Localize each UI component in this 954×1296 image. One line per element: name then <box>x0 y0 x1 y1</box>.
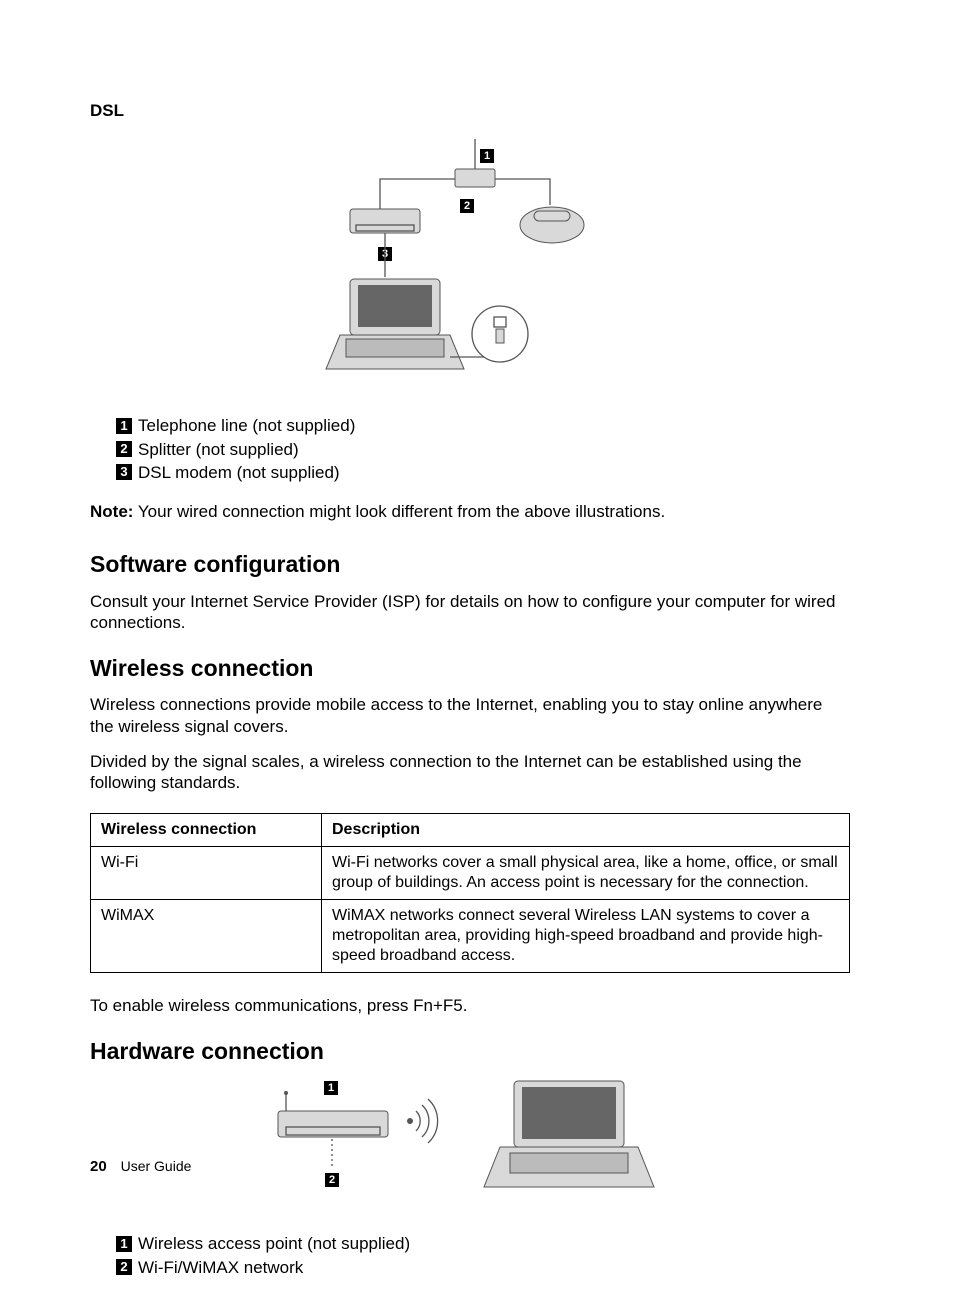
page-number: 20 <box>90 1158 107 1175</box>
svg-text:1: 1 <box>484 150 490 162</box>
software-config-heading: Software configuration <box>90 550 850 579</box>
dsl-legend-text: DSL modem (not supplied) <box>138 462 340 483</box>
callout-1-icon: 1 <box>116 418 132 434</box>
hardware-heading: Hardware connection <box>90 1037 850 1066</box>
callout-2-icon: 2 <box>116 1259 132 1275</box>
callout-3-icon: 3 <box>116 464 132 480</box>
wireless-intro-1: Wireless connections provide mobile acce… <box>90 694 850 737</box>
dsl-diagram: 1 2 3 <box>320 139 620 399</box>
svg-text:1: 1 <box>328 1082 334 1094</box>
wireless-intro-2: Divided by the signal scales, a wireless… <box>90 751 850 794</box>
table-row: Wi-Fi Wi-Fi networks cover a small physi… <box>91 847 850 900</box>
hardware-legend-text: Wi-Fi/WiMAX network <box>138 1257 303 1278</box>
dsl-legend: 1 Telephone line (not supplied) 2 Splitt… <box>116 415 850 483</box>
svg-text:2: 2 <box>464 200 470 212</box>
note-text: Your wired connection might look differe… <box>138 502 665 521</box>
software-config-body: Consult your Internet Service Provider (… <box>90 591 850 634</box>
footer-title: User Guide <box>121 1158 192 1174</box>
dsl-title: DSL <box>90 100 850 121</box>
hardware-legend-item: 2 Wi-Fi/WiMAX network <box>116 1257 850 1278</box>
hardware-legend: 1 Wireless access point (not supplied) 2… <box>116 1233 850 1278</box>
page-footer: 20 User Guide <box>90 1158 191 1177</box>
callout-2-icon: 2 <box>116 441 132 457</box>
dsl-legend-item: 3 DSL modem (not supplied) <box>116 462 850 483</box>
wireless-name: Wi-Fi <box>91 847 322 900</box>
note-label: Note: <box>90 502 133 521</box>
hardware-legend-text: Wireless access point (not supplied) <box>138 1233 410 1254</box>
dsl-legend-text: Telephone line (not supplied) <box>138 415 355 436</box>
dsl-legend-item: 2 Splitter (not supplied) <box>116 439 850 460</box>
wireless-enable-note: To enable wireless communications, press… <box>90 995 850 1016</box>
callout-1-icon: 1 <box>116 1236 132 1252</box>
wireless-col2-header: Description <box>322 814 850 847</box>
hardware-diagram: 1 2 <box>270 1077 670 1217</box>
dsl-legend-item: 1 Telephone line (not supplied) <box>116 415 850 436</box>
wireless-desc: Wi-Fi networks cover a small physical ar… <box>322 847 850 900</box>
wireless-heading: Wireless connection <box>90 654 850 683</box>
table-row: WiMAX WiMAX networks connect several Wir… <box>91 900 850 973</box>
wireless-col1-header: Wireless connection <box>91 814 322 847</box>
dsl-legend-text: Splitter (not supplied) <box>138 439 299 460</box>
hardware-legend-item: 1 Wireless access point (not supplied) <box>116 1233 850 1254</box>
wireless-name: WiMAX <box>91 900 322 973</box>
wireless-desc: WiMAX networks connect several Wireless … <box>322 900 850 973</box>
dsl-note: Note: Your wired connection might look d… <box>90 501 850 522</box>
wireless-table: Wireless connection Description Wi-Fi Wi… <box>90 813 850 973</box>
svg-text:2: 2 <box>329 1174 335 1186</box>
